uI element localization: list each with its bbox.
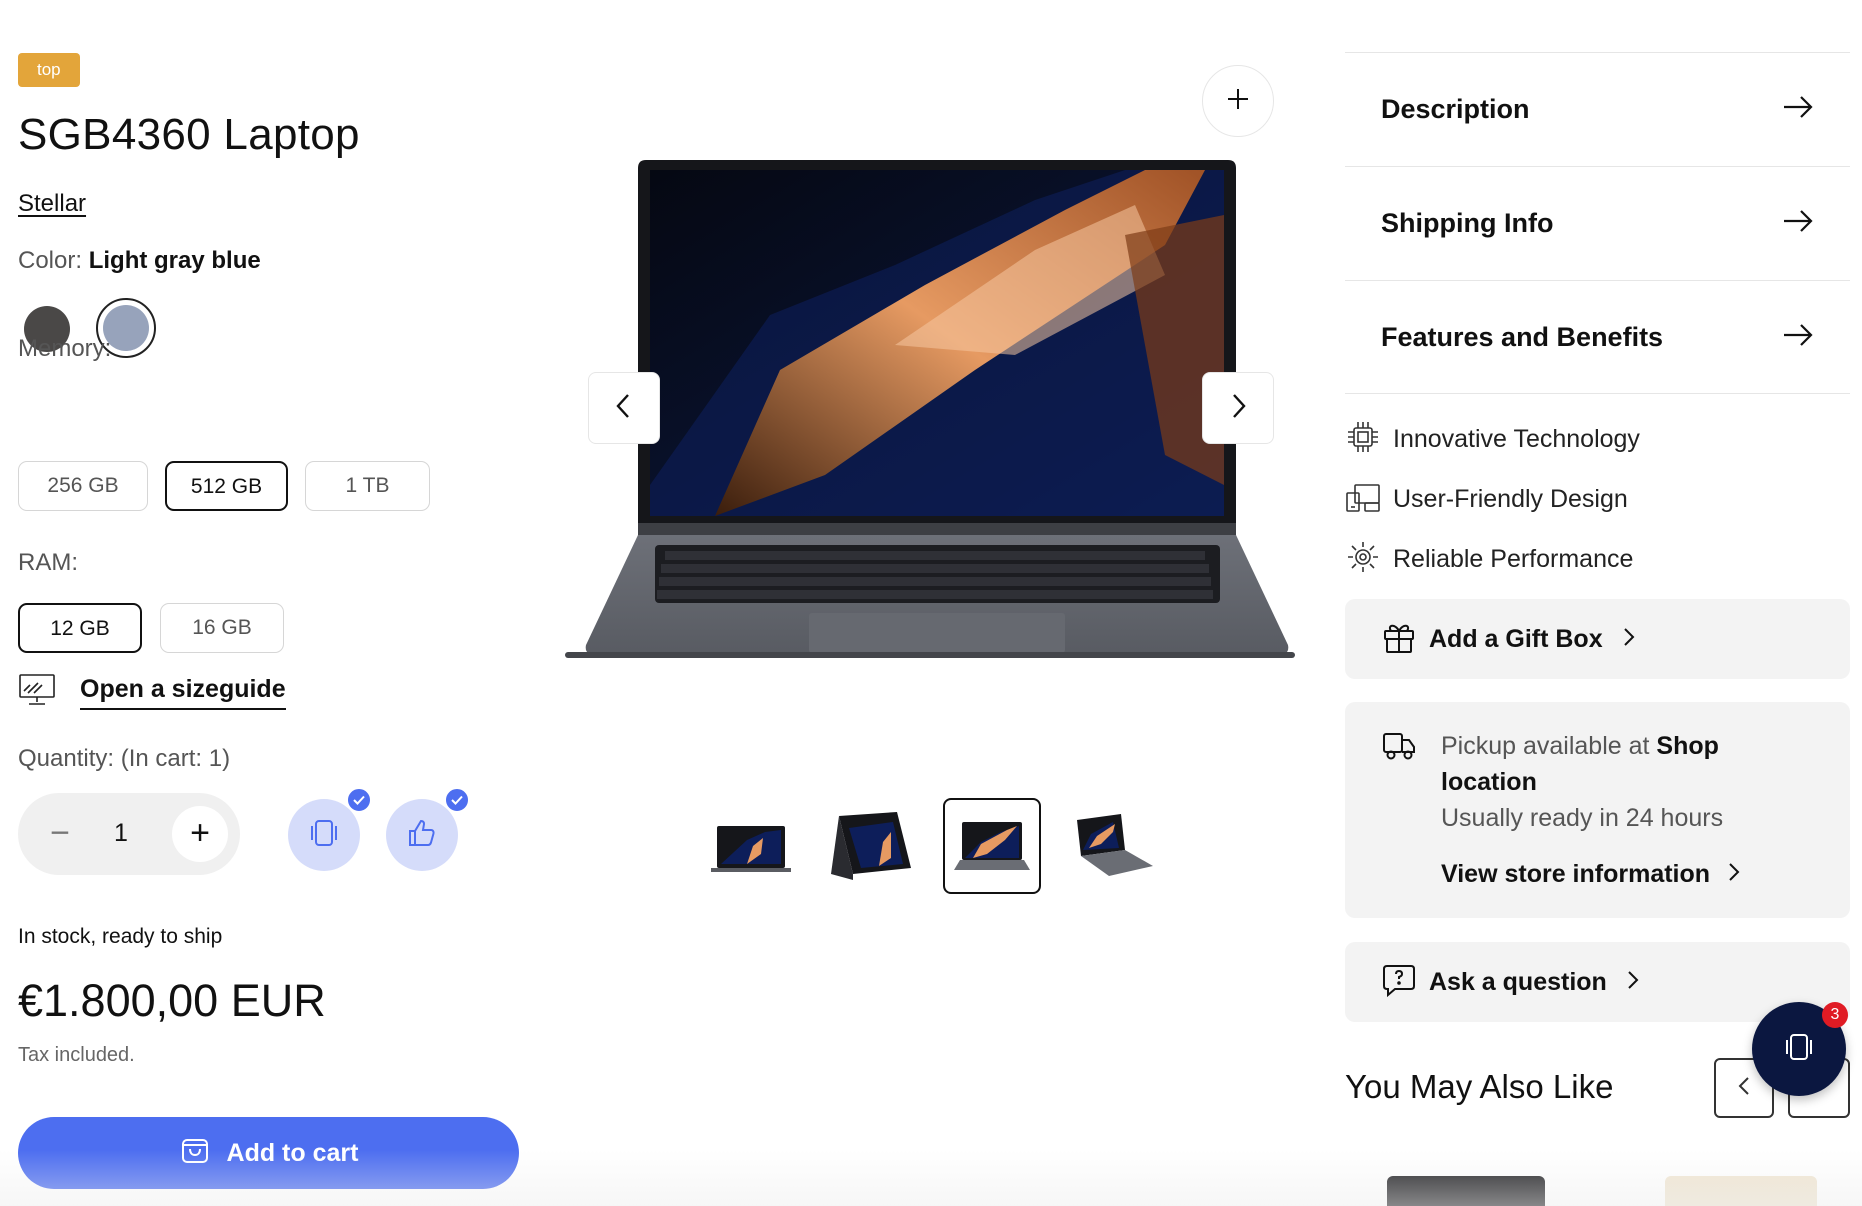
color-label-text: Color: [18, 247, 83, 274]
chevron-left-icon [613, 391, 635, 426]
feature-reliable-performance: Reliable Performance [1345, 539, 1633, 580]
price: €1.800,00 EUR [18, 975, 326, 1026]
ram-label: RAM: [18, 549, 78, 576]
gallery-thumbnail-3[interactable] [943, 798, 1041, 894]
product-title: SGB4360 Laptop [18, 110, 360, 159]
chevron-right-icon [1623, 627, 1635, 652]
compare-floating-button[interactable]: 3 [1752, 1002, 1848, 1096]
ask-label: Ask a question [1429, 967, 1607, 996]
memory-option-512gb[interactable]: 512 GB [165, 461, 288, 511]
pickup-location: Pickup available at Shop [1441, 732, 1719, 761]
pickup-prefix: Pickup available at [1441, 732, 1657, 760]
gallery-thumbnail-2[interactable] [822, 798, 920, 894]
quantity-label: Quantity: (In cart: 1) [18, 745, 231, 772]
sizeguide-label: Open a sizeguide [80, 675, 286, 710]
stock-status: In stock, ready to ship [18, 925, 223, 948]
thumbnail-image [1077, 814, 1153, 876]
check-icon [346, 787, 372, 813]
product-image-laptop [565, 160, 1295, 658]
recommended-product-image[interactable] [1665, 1176, 1817, 1206]
plus-icon [1225, 86, 1251, 117]
chevron-right-icon [1728, 860, 1740, 889]
vendor-link[interactable]: Stellar [18, 190, 86, 218]
quantity-value[interactable]: 1 [114, 819, 128, 848]
add-to-cart-button[interactable]: Add to cart [18, 1117, 519, 1189]
accordion-label: Shipping Info [1381, 208, 1554, 238]
chevron-right-icon [1227, 391, 1249, 426]
arrow-right-icon [1782, 95, 1814, 124]
gift-icon [1381, 619, 1417, 660]
feature-label: User-Friendly Design [1393, 485, 1628, 513]
chevron-left-icon [1738, 1076, 1750, 1101]
gallery-thumbnail-1[interactable] [702, 798, 800, 894]
color-label: Color: Light gray blue [18, 247, 261, 275]
notification-badge: 3 [1822, 1002, 1848, 1028]
product-info: top SGB4360 Laptop Stellar Color: Light … [18, 0, 538, 1206]
monitor-ruler-icon [18, 673, 56, 712]
product-badge: top [18, 53, 80, 87]
thumbs-up-icon [405, 816, 439, 855]
arrow-right-icon [1782, 323, 1814, 352]
thumbnail-image [954, 822, 1030, 870]
store-link-label: View store information [1441, 860, 1711, 888]
add-gift-box-button[interactable]: Add a Gift Box [1345, 599, 1850, 679]
quantity-increase-button[interactable]: + [172, 806, 228, 862]
gallery-prev-button[interactable] [588, 372, 660, 444]
accordion-shipping-info[interactable]: Shipping Info [1345, 166, 1850, 280]
shopping-bag-icon [179, 1134, 211, 1173]
view-store-information-link[interactable]: View store information [1441, 860, 1740, 889]
feature-user-friendly-design: User-Friendly Design [1345, 479, 1628, 520]
quantity-stepper: − 1 + [18, 793, 240, 875]
recommended-product-image[interactable] [1387, 1176, 1545, 1206]
check-icon [444, 787, 470, 813]
accordion-features-and-benefits[interactable]: Features and Benefits [1345, 280, 1850, 394]
accordion-label: Features and Benefits [1381, 321, 1664, 352]
accordion-label: Description [1381, 94, 1530, 124]
ram-option-16gb[interactable]: 16 GB [160, 603, 284, 653]
arrow-right-icon [1782, 209, 1814, 238]
zoom-button[interactable] [1202, 65, 1274, 137]
pickup-ready-time: Usually ready in 24 hours [1441, 804, 1724, 832]
pickup-info: Pickup available at Shop location Usuall… [1345, 702, 1850, 918]
recommendations-title: You May Also Like [1345, 1068, 1614, 1105]
accordion-description[interactable]: Description [1345, 52, 1850, 166]
gallery-next-button[interactable] [1202, 372, 1274, 444]
compare-icon [307, 816, 341, 855]
pickup-location-name: Shop [1656, 732, 1719, 760]
feature-label: Innovative Technology [1393, 425, 1640, 453]
color-value: Light gray blue [88, 247, 261, 274]
add-to-cart-label: Add to cart [226, 1138, 359, 1167]
sizeguide-link[interactable]: Open a sizeguide [18, 673, 286, 712]
feature-label: Reliable Performance [1393, 545, 1634, 573]
memory-label: Memory: [18, 335, 112, 362]
question-bubble-icon [1381, 962, 1417, 1003]
chip-icon [1345, 419, 1381, 460]
gift-label: Add a Gift Box [1429, 624, 1603, 653]
like-button[interactable] [386, 787, 470, 871]
memory-option-256gb[interactable]: 256 GB [18, 461, 148, 511]
compare-icon [1782, 1030, 1816, 1069]
thumbnail-image [711, 826, 791, 872]
memory-option-1tb[interactable]: 1 TB [305, 461, 430, 511]
devices-icon [1345, 479, 1381, 520]
ram-option-12gb[interactable]: 12 GB [18, 603, 142, 653]
tax-note: Tax included. [18, 1044, 135, 1066]
gallery-thumbnail-4[interactable] [1064, 798, 1162, 894]
pickup-location-line2: location [1441, 768, 1537, 797]
chevron-right-icon [1627, 970, 1639, 995]
gear-icon [1345, 539, 1381, 580]
compare-button[interactable] [288, 787, 372, 871]
feature-innovative-technology: Innovative Technology [1345, 419, 1640, 460]
delivery-truck-icon [1381, 728, 1417, 769]
thumbnail-image [831, 812, 911, 880]
pickup-location-name-cont: location [1441, 768, 1537, 796]
quantity-decrease-button[interactable]: − [32, 806, 88, 862]
